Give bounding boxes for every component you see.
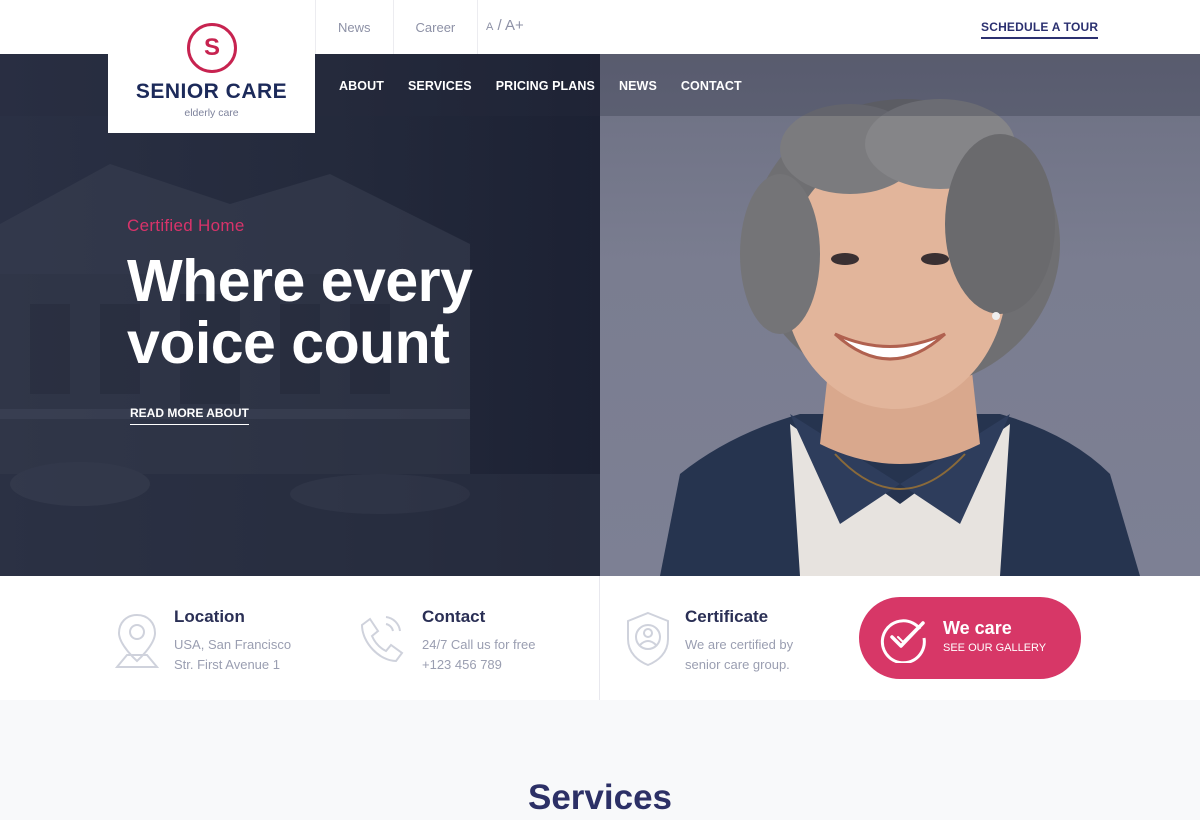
services-section: Services [0, 700, 1200, 820]
nav-contact[interactable]: CONTACT [681, 79, 742, 93]
site-logo[interactable]: S SENIOR CARE elderly care [108, 0, 315, 133]
font-size-separator: / [497, 17, 502, 34]
hero-right-panel [600, 54, 1200, 576]
location-line-2: Str. First Avenue 1 [174, 657, 280, 672]
check-circle-icon [880, 619, 926, 663]
logo-tagline: elderly care [184, 107, 239, 119]
we-care-title: We care [943, 618, 1012, 638]
certificate-title: Certificate [685, 607, 769, 626]
main-navigation: ABOUT SERVICES PRICING PLANS NEWS CONTAC… [339, 79, 766, 93]
strip-divider [599, 576, 600, 700]
hero-headline: Where every voice count [127, 250, 587, 374]
font-size-increase[interactable]: A+ [505, 17, 524, 34]
logo-mark-icon: S [187, 23, 237, 73]
certificate-line-1: We are certified by [685, 637, 794, 652]
top-links: News Career [315, 0, 479, 54]
read-more-link[interactable]: READ MORE ABOUT [130, 406, 249, 425]
nav-news[interactable]: NEWS [619, 79, 657, 93]
info-strip: Location USA, San Francisco Str. First A… [0, 576, 1200, 700]
certificate-line-2: senior care group. [685, 657, 790, 672]
schedule-tour-link[interactable]: SCHEDULE A TOUR [981, 20, 1099, 39]
hero-headline-line-1: Where every [127, 248, 473, 314]
senior-woman-portrait [660, 99, 1140, 576]
hero-eyebrow: Certified Home [127, 216, 245, 235]
see-gallery-label: SEE OUR GALLERY [943, 642, 1047, 654]
location-title: Location [174, 607, 245, 626]
map-pin-icon [115, 613, 160, 668]
contact-line-1: 24/7 Call us for free [422, 637, 536, 652]
shield-user-icon [627, 611, 669, 667]
nav-services[interactable]: SERVICES [408, 79, 472, 93]
font-size-decrease[interactable]: A [486, 21, 493, 33]
contact-phone[interactable]: +123 456 789 [422, 657, 502, 672]
top-link-career[interactable]: Career [392, 0, 479, 54]
nav-about[interactable]: ABOUT [339, 79, 384, 93]
font-size-switcher: A / A+ [486, 17, 524, 34]
phone-icon [360, 616, 404, 663]
hero-headline-line-2: voice count [127, 310, 450, 376]
logo-name: SENIOR CARE [135, 80, 288, 103]
we-care-gallery-button[interactable]: We care SEE OUR GALLERY [859, 597, 1081, 679]
contact-title: Contact [422, 607, 486, 626]
services-heading: Services [527, 778, 673, 817]
top-link-news[interactable]: News [315, 0, 393, 54]
hero-text-block: Certified Home Where every voice count R… [127, 216, 587, 425]
location-line-1: USA, San Francisco [174, 637, 292, 652]
nav-pricing-plans[interactable]: PRICING PLANS [496, 79, 595, 93]
